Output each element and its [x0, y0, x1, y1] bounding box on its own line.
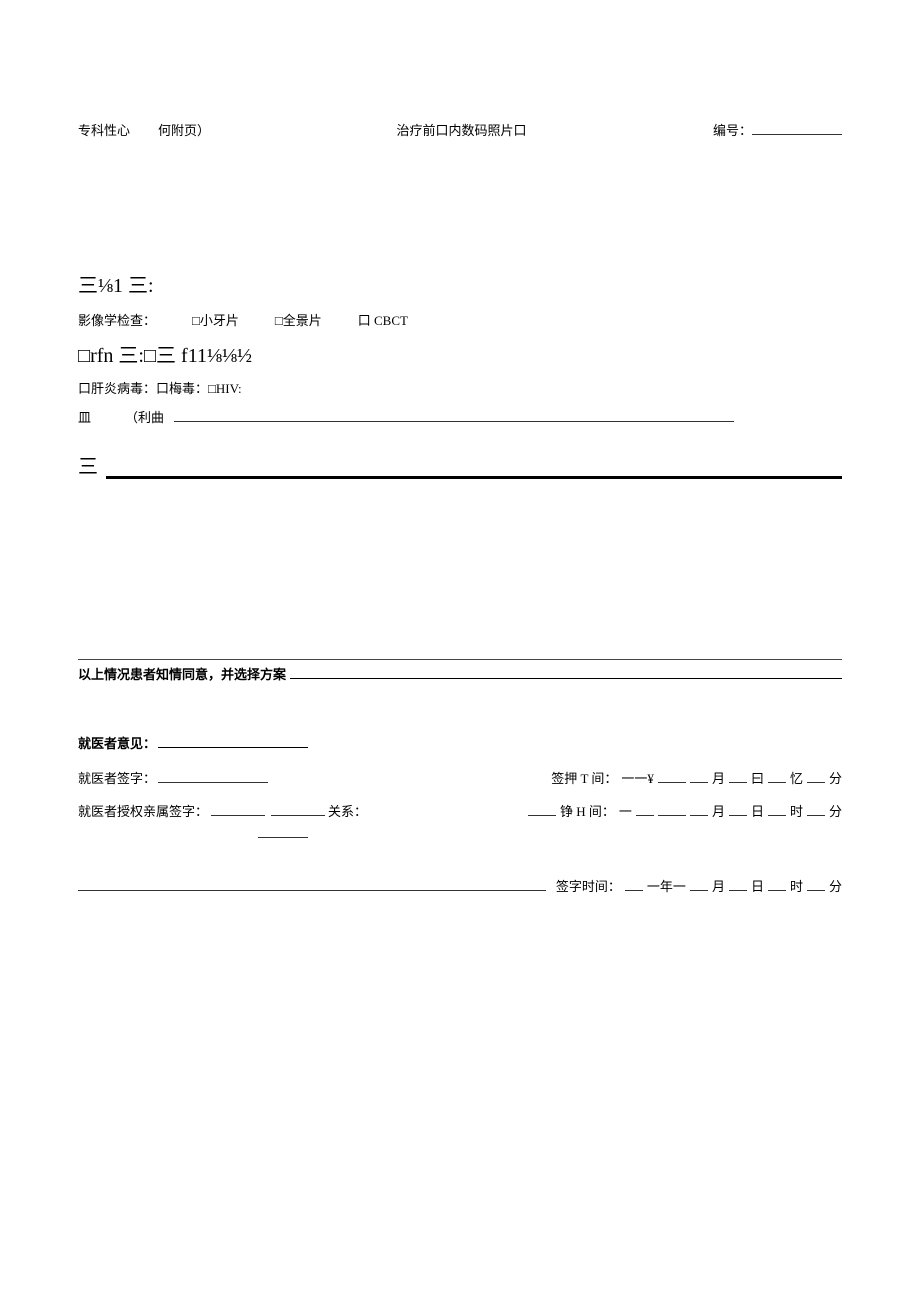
section-heading-2-text: □rfn 三:□三 f11⅛⅛½ — [78, 345, 252, 367]
opinion-label: 就医者意见： — [78, 736, 156, 751]
imaging-opt-cbct[interactable]: 口 CBCT — [358, 313, 408, 328]
relative-sign-month-input[interactable] — [690, 804, 708, 816]
unit-day-2: 日 — [751, 801, 764, 820]
page-root: 专科性心 何附页） 治疗前口内数码照片口 编号： 三⅛1 三: 影像学检查： □小… — [0, 0, 920, 895]
unit-month-3: 月 — [712, 876, 725, 895]
unit-day-1: 曰 — [751, 768, 764, 787]
opinion-input[interactable] — [158, 734, 308, 748]
opinion-line: 就医者意见： — [78, 733, 842, 752]
relative-sign-time: 铮 H 间： 一 月 日 时 分 — [528, 801, 842, 838]
patient-sign-day-input[interactable] — [729, 771, 747, 783]
section-heading-1: 三⅛1 三: — [78, 269, 842, 298]
blood-label-1: 皿 — [78, 407, 91, 426]
doc-number-input[interactable] — [752, 121, 842, 135]
relative-sign-label: 就医者授权亲属签字： — [78, 801, 208, 820]
patient-sign-hour-input[interactable] — [768, 771, 786, 783]
final-sign-rule[interactable] — [78, 879, 546, 891]
patient-sign-time: 签押 T 间： 一一¥ 月 曰 忆 分 — [551, 768, 842, 787]
final-sign-time-pre: 一年一 — [647, 876, 686, 895]
relative-sign-time-pre: 一 — [619, 801, 632, 820]
virus-row: 口肝炎病毒：口梅毒：□HIV: — [78, 378, 842, 397]
blood-label-2: （利曲 — [125, 407, 164, 426]
relative-sign-minute-input[interactable] — [807, 804, 825, 816]
virus-syphilis[interactable]: 口梅毒： — [156, 381, 208, 396]
relative-sign-input-1[interactable] — [211, 802, 265, 816]
patient-sign-row: 就医者签字： 签押 T 间： 一一¥ 月 曰 忆 分 — [78, 768, 842, 787]
imaging-row: 影像学检查： □小牙片 □全景片 口 CBCT — [78, 310, 842, 329]
patient-sign-month-input[interactable] — [690, 771, 708, 783]
patient-sign-label: 就医者签字： — [78, 768, 156, 787]
imaging-label: 影像学检查： — [78, 313, 156, 328]
relative-sign-row: 就医者授权亲属签字： 关系： 铮 H 间： 一 月 日 时 分 — [78, 801, 842, 838]
header-text-2: 何附页） — [158, 120, 210, 139]
unit-day-3: 日 — [751, 876, 764, 895]
bold-rule-row: 三 — [78, 450, 842, 479]
final-sign-month-input[interactable] — [690, 879, 708, 891]
patient-sign-year-input[interactable] — [658, 771, 686, 783]
patient-sign-input[interactable] — [158, 769, 268, 783]
unit-month-1: 月 — [712, 768, 725, 787]
final-sign-year-input[interactable] — [625, 879, 643, 891]
relative-sign-hour-input[interactable] — [768, 804, 786, 816]
blood-row: 皿 （利曲 — [78, 407, 842, 426]
doc-number-label: 编号： — [713, 120, 752, 139]
consent-line: 以上情况患者知情同意，并选择方案 — [78, 664, 842, 683]
section-heading-2: □rfn 三:□三 f11⅛⅛½ — [78, 339, 842, 368]
relative-sign-left: 就医者授权亲属签字： 关系： — [78, 801, 367, 838]
bold-rule-label: 三 — [78, 450, 98, 479]
relative-sign-input-2[interactable] — [271, 802, 325, 816]
final-sign-time: 签字时间： 一年一 月 日 时 分 — [556, 876, 842, 895]
unit-month-2: 月 — [712, 801, 725, 820]
divider-1 — [78, 659, 842, 660]
header-center: 治疗前口内数码照片口 — [397, 120, 527, 139]
virus-hepatitis[interactable]: 口肝炎病毒： — [78, 381, 156, 396]
patient-sign-minute-input[interactable] — [807, 771, 825, 783]
relative-sign-pre-input[interactable] — [528, 804, 556, 816]
patient-sign-time-label: 签押 T 间： — [551, 768, 617, 787]
header-text-1: 专科性心 — [78, 120, 130, 139]
final-sign-hour-input[interactable] — [768, 879, 786, 891]
imaging-opt-periapical[interactable]: □小牙片 — [192, 313, 239, 328]
relative-sign-time-label: 铮 H 间： — [560, 801, 615, 820]
unit-hour-1: 忆 — [790, 768, 803, 787]
patient-sign-left: 就医者签字： — [78, 768, 268, 787]
patient-sign-time-pre: 一一¥ — [621, 768, 654, 787]
final-sign-time-label: 签字时间： — [556, 876, 621, 895]
unit-hour-3: 时 — [790, 876, 803, 895]
bold-rule-input[interactable] — [106, 461, 842, 479]
section-heading-1-text: 三⅛1 三: — [78, 275, 154, 297]
final-sign-day-input[interactable] — [729, 879, 747, 891]
relative-sign-gap-input[interactable] — [658, 804, 686, 816]
consent-plan-input[interactable] — [290, 665, 842, 679]
final-sign-row: 签字时间： 一年一 月 日 时 分 — [78, 876, 842, 895]
unit-minute-1: 分 — [829, 768, 842, 787]
header-right: 编号： — [713, 120, 842, 139]
header-row: 专科性心 何附页） 治疗前口内数码照片口 编号： — [78, 120, 842, 139]
relative-relation-input[interactable] — [258, 824, 308, 838]
unit-hour-2: 时 — [790, 801, 803, 820]
final-sign-minute-input[interactable] — [807, 879, 825, 891]
consent-text: 以上情况患者知情同意，并选择方案 — [78, 664, 286, 683]
relative-relation-label: 关系： — [328, 801, 367, 820]
relative-sign-year-input[interactable] — [636, 804, 654, 816]
relative-sign-day-input[interactable] — [729, 804, 747, 816]
unit-minute-2: 分 — [829, 801, 842, 820]
unit-minute-3: 分 — [829, 876, 842, 895]
virus-hiv[interactable]: □HIV: — [208, 381, 242, 396]
imaging-opt-panoramic[interactable]: □全景片 — [275, 313, 322, 328]
header-left: 专科性心 何附页） — [78, 120, 210, 139]
blood-input[interactable] — [174, 410, 734, 422]
